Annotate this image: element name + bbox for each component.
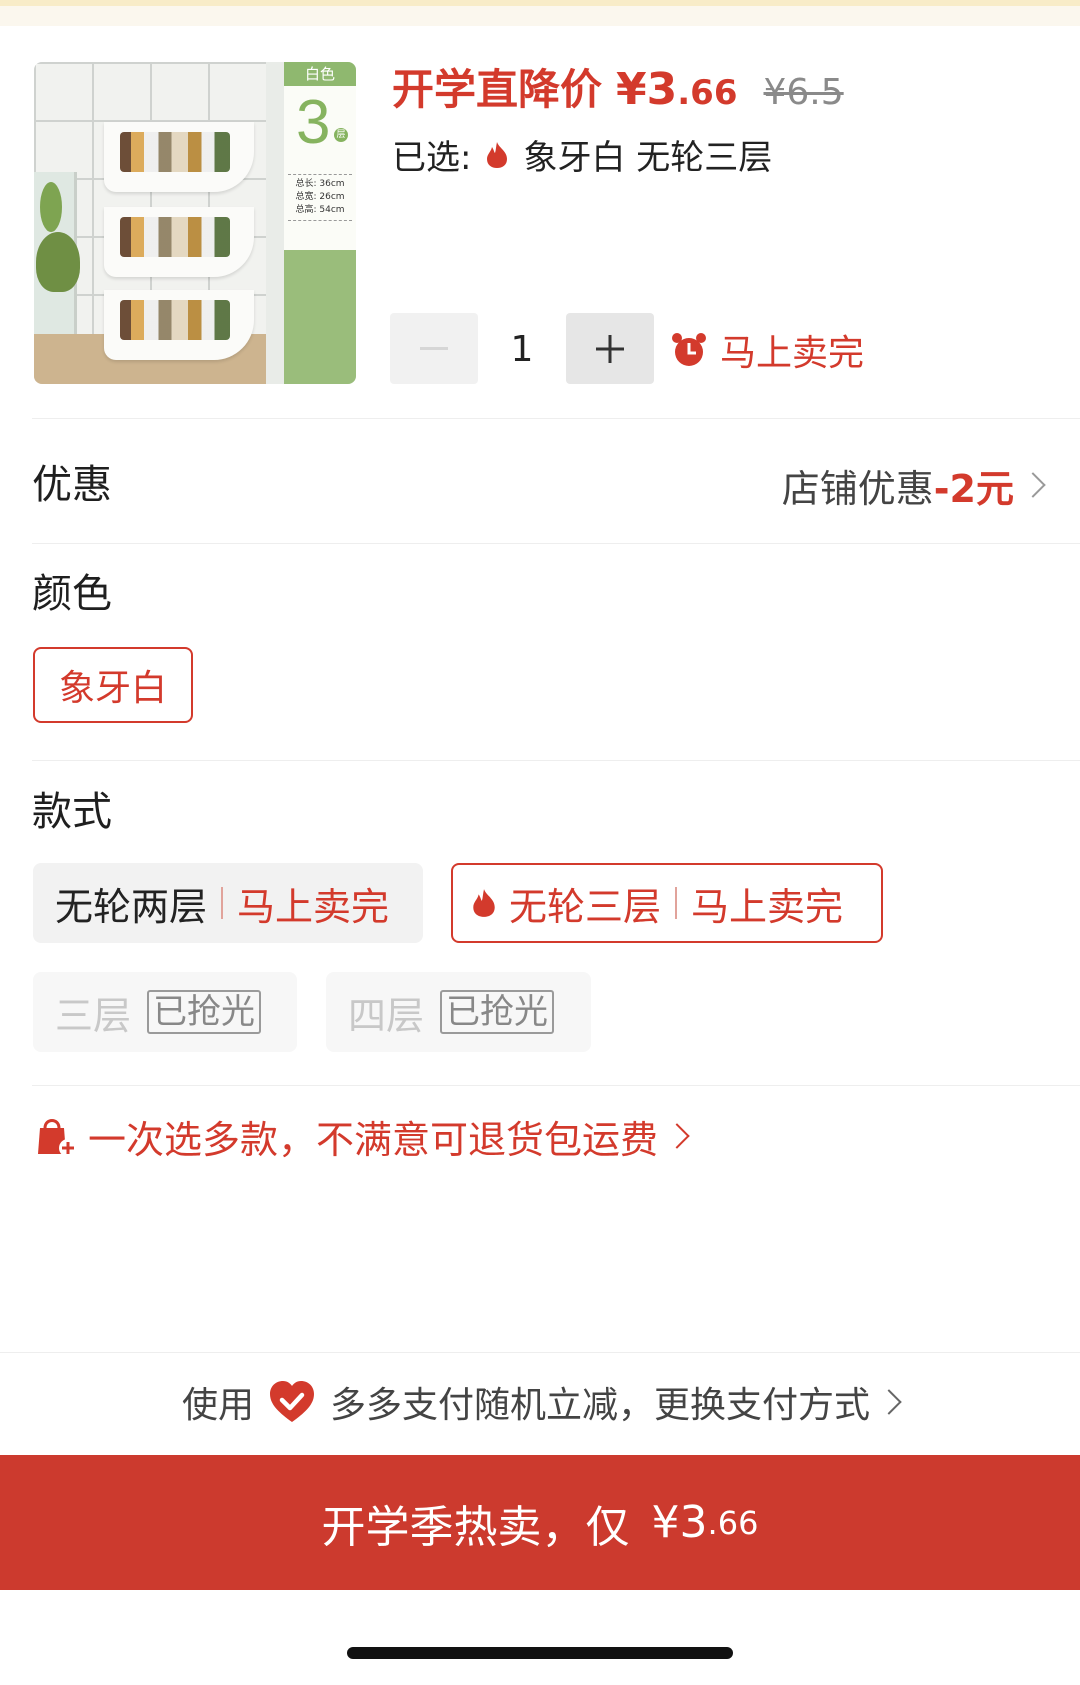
selected-summary: 已选: 象牙白 无轮三层 bbox=[392, 130, 772, 179]
top-strip-line bbox=[0, 0, 1080, 6]
image-plant bbox=[36, 232, 80, 292]
divider bbox=[32, 1085, 1080, 1086]
image-dim-length: 总长: 36cm bbox=[295, 179, 345, 189]
product-image[interactable]: 白色 3 层 总长: 36cm 总宽: 26cm 总高: 54cm bbox=[34, 62, 356, 384]
image-rack bbox=[104, 122, 254, 362]
image-dims: 总长: 36cm 总宽: 26cm 总高: 54cm bbox=[288, 174, 352, 221]
image-dim-height: 总高: 54cm bbox=[295, 205, 345, 215]
price-currency: ¥ bbox=[616, 64, 647, 115]
style-option-name: 无轮三层 bbox=[509, 884, 662, 929]
stock-hint: 马上卖完 bbox=[670, 320, 864, 380]
style-option-three-layer-soldout[interactable]: 三层 已抢光 bbox=[33, 972, 297, 1052]
chevron-right-icon bbox=[876, 1389, 902, 1415]
flame-icon bbox=[473, 889, 495, 917]
payment-prefix: 使用 bbox=[181, 1385, 254, 1426]
divider bbox=[32, 760, 1080, 761]
home-indicator[interactable] bbox=[347, 1647, 733, 1659]
style-section-title: 款式 bbox=[32, 789, 112, 835]
style-option-four-layer-soldout[interactable]: 四层 已抢光 bbox=[326, 972, 591, 1052]
divider bbox=[0, 1352, 1080, 1353]
quantity-minus-button[interactable] bbox=[390, 313, 478, 384]
style-option-two-tier[interactable]: 无轮两层 马上卖完 bbox=[33, 863, 423, 943]
return-notice-text: 一次选多款，不满意可退货包运费 bbox=[88, 1117, 659, 1162]
stock-hint-text: 马上卖完 bbox=[720, 333, 865, 374]
separator bbox=[675, 887, 678, 919]
style-option-name: 无轮两层 bbox=[55, 884, 208, 929]
plus-icon bbox=[596, 334, 624, 363]
image-badge-number: 3 bbox=[296, 88, 331, 157]
selected-label: 已选: bbox=[392, 138, 472, 178]
buy-button-price-integer: 3 bbox=[679, 1497, 708, 1548]
original-price: ¥6.5 bbox=[763, 72, 844, 113]
quantity-plus-button[interactable] bbox=[566, 313, 654, 384]
promotion-title: 优惠 bbox=[32, 462, 112, 508]
payment-method-row[interactable]: 使用 多多支付随机立减，更换支付方式 bbox=[0, 1372, 1080, 1432]
chevron-right-icon bbox=[664, 1123, 690, 1149]
price-decimal: .66 bbox=[677, 73, 738, 113]
shopping-bag-plus-icon bbox=[38, 1119, 77, 1157]
divider bbox=[32, 543, 1080, 544]
price-label: 开学直降价 bbox=[392, 65, 603, 114]
rack-items bbox=[120, 217, 230, 257]
image-plant-top bbox=[40, 182, 62, 232]
return-notice[interactable]: 一次选多款，不满意可退货包运费 bbox=[32, 1104, 690, 1168]
price-line: 开学直降价 ¥ 3 .66 ¥6.5 bbox=[392, 56, 844, 116]
selected-value: 象牙白 无轮三层 bbox=[523, 138, 773, 178]
image-dim-width: 总宽: 26cm bbox=[295, 192, 345, 202]
alarm-clock-icon bbox=[672, 333, 706, 366]
image-badge-color: 白色 bbox=[284, 62, 356, 86]
promotion-amount: -2元 bbox=[933, 466, 1014, 511]
image-badge-unit: 层 bbox=[334, 128, 348, 142]
promotion-row[interactable]: 店铺优惠 -2元 bbox=[781, 455, 1046, 515]
style-option-name: 四层 bbox=[348, 993, 425, 1038]
style-option-hint: 马上卖完 bbox=[691, 884, 844, 929]
buy-button-currency: ¥ bbox=[651, 1497, 680, 1548]
duoduo-pay-heart-icon bbox=[270, 1381, 314, 1422]
color-section-title: 颜色 bbox=[32, 571, 112, 617]
style-option-hint: 马上卖完 bbox=[237, 884, 390, 929]
quantity-value[interactable]: 1 bbox=[490, 320, 554, 380]
rack-items bbox=[120, 300, 230, 340]
divider bbox=[32, 418, 1080, 419]
style-option-three-tier[interactable]: 无轮三层 马上卖完 bbox=[451, 863, 883, 943]
payment-text: 多多支付随机立减，更换支付方式 bbox=[330, 1385, 871, 1426]
rack-items bbox=[120, 132, 230, 172]
price-integer: 3 bbox=[646, 64, 678, 115]
soldout-tag: 已抢光 bbox=[147, 990, 262, 1034]
separator bbox=[221, 887, 224, 919]
chevron-right-icon bbox=[1020, 472, 1046, 498]
soldout-tag: 已抢光 bbox=[440, 990, 555, 1034]
flame-icon bbox=[487, 141, 508, 168]
buy-button-price-decimal: .66 bbox=[707, 1503, 759, 1542]
buy-button-label: 开学季热卖，仅 bbox=[321, 1501, 630, 1553]
color-option-ivory[interactable]: 象牙白 bbox=[33, 647, 193, 723]
minus-icon bbox=[420, 346, 448, 350]
style-option-name: 三层 bbox=[55, 993, 132, 1038]
promotion-store-text: 店铺优惠 bbox=[781, 466, 934, 511]
buy-button[interactable]: 开学季热卖，仅 ¥ 3 .66 bbox=[0, 1455, 1080, 1590]
